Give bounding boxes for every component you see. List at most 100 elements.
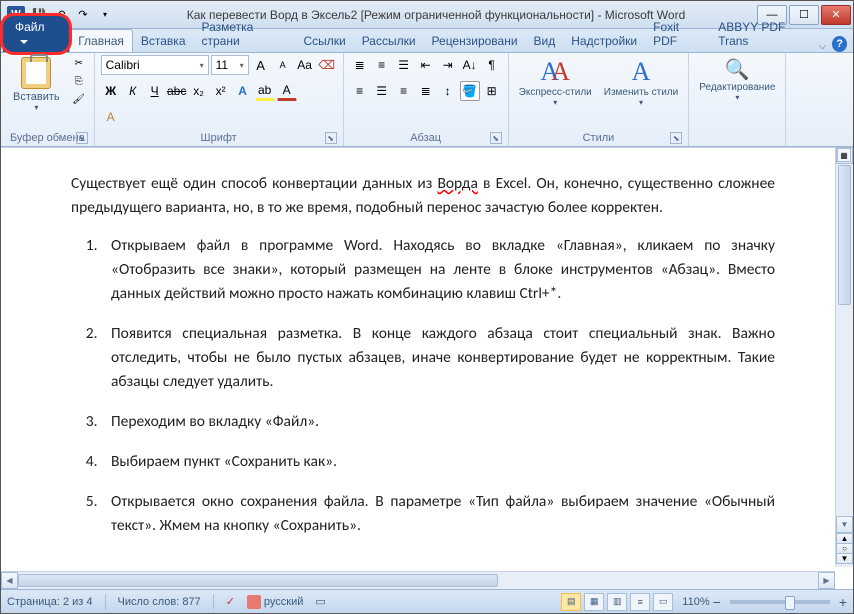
- multilevel-icon[interactable]: ☰: [394, 55, 414, 75]
- tab-mailings[interactable]: Рассылки: [354, 30, 424, 52]
- language-indicator[interactable]: русский: [247, 595, 303, 609]
- horizontal-scrollbar[interactable]: ◀ ▶: [1, 571, 835, 589]
- list-item: Выбираем пункт «Сохранить как».: [101, 450, 775, 474]
- file-tab[interactable]: Файл: [3, 16, 69, 52]
- font-color-icon[interactable]: A: [277, 81, 297, 101]
- hscroll-thumb[interactable]: [18, 574, 498, 587]
- fullscreen-view-icon[interactable]: ▦: [584, 593, 604, 611]
- zoom-in-icon[interactable]: +: [839, 594, 847, 610]
- document-area[interactable]: Существует ещё один способ конвертации д…: [1, 147, 835, 567]
- group-label-font: Шрифт⬊: [101, 130, 337, 146]
- numbering-icon[interactable]: ≡: [372, 55, 392, 75]
- clipboard-launcher-icon[interactable]: ⬊: [76, 132, 88, 144]
- proofing-icon[interactable]: ✓: [226, 595, 235, 608]
- vertical-scrollbar[interactable]: ▲ ▼ ▲ ○ ▼: [835, 147, 853, 567]
- text-effects-icon[interactable]: A: [233, 81, 253, 101]
- copy-icon[interactable]: ⎘: [70, 73, 88, 89]
- word-count[interactable]: Число слов: 877: [118, 596, 201, 608]
- indent-right-icon[interactable]: ⇥: [438, 55, 458, 75]
- qat-customize-icon[interactable]: ▾: [95, 5, 115, 25]
- font-size-combo[interactable]: 11▾: [211, 55, 249, 75]
- line-spacing-icon[interactable]: ↕: [438, 81, 458, 101]
- web-view-icon[interactable]: ▥: [607, 593, 627, 611]
- next-page-icon[interactable]: ▼: [836, 553, 853, 564]
- font-launcher-icon[interactable]: ⬊: [325, 132, 337, 144]
- group-label-styles: Стили⬊: [515, 130, 683, 146]
- tab-foxit[interactable]: Foxit PDF: [645, 16, 710, 52]
- strike-icon[interactable]: abc: [167, 81, 187, 101]
- help-icon[interactable]: ?: [832, 36, 847, 52]
- numbered-list: Открываем файл в программе Word. Находяс…: [101, 234, 775, 538]
- grow-font-icon[interactable]: A: [251, 55, 271, 75]
- tab-page-layout[interactable]: Разметка страни: [194, 16, 296, 52]
- indent-left-icon[interactable]: ⇤: [416, 55, 436, 75]
- tab-references[interactable]: Ссылки: [295, 30, 353, 52]
- font-name-combo[interactable]: Calibri▾: [101, 55, 209, 75]
- highlight-color-icon[interactable]: ab: [255, 81, 275, 101]
- group-label-editing: [695, 130, 779, 146]
- close-button[interactable]: ✕: [821, 5, 851, 25]
- ruler-toggle-icon[interactable]: ▦: [837, 148, 851, 162]
- group-styles: AA Экспресс-стили▾ A Изменить стили▾ Сти…: [509, 53, 690, 146]
- group-label-clipboard: Буфер обмена⬊: [7, 130, 88, 146]
- cut-icon[interactable]: ✂: [70, 55, 88, 71]
- group-font: Calibri▾ 11▾ A A Aa ⌫ Ж К Ч abc x₂ x² A …: [95, 53, 344, 146]
- italic-icon[interactable]: К: [123, 81, 143, 101]
- clear-format-icon[interactable]: ⌫: [317, 55, 337, 75]
- ribbon-minimize-icon[interactable]: ⌵: [819, 41, 827, 52]
- tab-addins[interactable]: Надстройки: [563, 30, 645, 52]
- list-item: Открывается окно сохранения файла. В пар…: [101, 490, 775, 538]
- tab-home[interactable]: Главная: [69, 29, 133, 52]
- align-justify-icon[interactable]: ≣: [416, 81, 436, 101]
- ribbon: Вставить ▾ ✂ ⎘ 🖌 Буфер обмена⬊ Calibri▾ …: [1, 53, 853, 147]
- change-styles-button[interactable]: A Изменить стили▾: [600, 55, 682, 109]
- change-styles-icon: A: [632, 57, 651, 87]
- format-painter-icon[interactable]: 🖌: [70, 91, 88, 107]
- sort-icon[interactable]: A↓: [460, 55, 480, 75]
- borders-icon[interactable]: ⊞: [482, 81, 502, 101]
- tab-view[interactable]: Вид: [526, 30, 564, 52]
- tab-insert[interactable]: Вставка: [133, 30, 194, 52]
- insert-mode-icon[interactable]: ▭: [315, 595, 325, 608]
- zoom-level[interactable]: 110%: [682, 596, 709, 608]
- shading-icon[interactable]: 🪣: [460, 81, 480, 101]
- find-icon: 🔍: [725, 57, 750, 82]
- align-left-icon[interactable]: ≡: [350, 81, 370, 101]
- zoom-slider[interactable]: [730, 600, 830, 604]
- shrink-font-icon[interactable]: A: [273, 55, 293, 75]
- group-label-paragraph: Абзац⬊: [350, 130, 502, 146]
- scroll-left-icon[interactable]: ◀: [1, 572, 18, 589]
- list-item: Появится специальная разметка. В конце к…: [101, 322, 775, 394]
- tab-abbyy[interactable]: ABBYY PDF Trans: [710, 16, 818, 52]
- print-layout-view-icon[interactable]: ▤: [561, 593, 581, 611]
- quick-styles-button[interactable]: AA Экспресс-стили▾: [515, 55, 596, 109]
- redo-icon[interactable]: ↷: [73, 5, 93, 25]
- underline-icon[interactable]: Ч: [145, 81, 165, 101]
- text-effect2-icon[interactable]: A: [101, 107, 121, 127]
- align-right-icon[interactable]: ≡: [394, 81, 414, 101]
- zoom-out-icon[interactable]: −: [713, 594, 721, 610]
- draft-view-icon[interactable]: ▭: [653, 593, 673, 611]
- scroll-down-icon[interactable]: ▼: [836, 516, 853, 533]
- styles-launcher-icon[interactable]: ⬊: [670, 132, 682, 144]
- ribbon-tabs: Файл Главная Вставка Разметка страни Ссы…: [1, 29, 853, 53]
- scroll-thumb[interactable]: [838, 165, 851, 305]
- list-item: Переходим во вкладку «Файл».: [101, 410, 775, 434]
- align-center-icon[interactable]: ☰: [372, 81, 392, 101]
- outline-view-icon[interactable]: ≡: [630, 593, 650, 611]
- page-indicator[interactable]: Страница: 2 из 4: [7, 596, 93, 608]
- status-bar: Страница: 2 из 4 Число слов: 877 ✓ русск…: [1, 589, 853, 613]
- scroll-right-icon[interactable]: ▶: [818, 572, 835, 589]
- document-content: Существует ещё один способ конвертации д…: [1, 148, 835, 564]
- editing-button[interactable]: 🔍 Редактирование▾: [695, 55, 779, 104]
- paste-button[interactable]: Вставить ▾: [7, 55, 66, 114]
- language-icon: [247, 595, 261, 609]
- show-marks-icon[interactable]: ¶: [482, 55, 502, 75]
- bold-icon[interactable]: Ж: [101, 81, 121, 101]
- paragraph-launcher-icon[interactable]: ⬊: [490, 132, 502, 144]
- change-case-icon[interactable]: Aa: [295, 55, 315, 75]
- superscript-icon[interactable]: x²: [211, 81, 231, 101]
- subscript-icon[interactable]: x₂: [189, 81, 209, 101]
- tab-review[interactable]: Рецензировани: [424, 30, 526, 52]
- bullets-icon[interactable]: ≣: [350, 55, 370, 75]
